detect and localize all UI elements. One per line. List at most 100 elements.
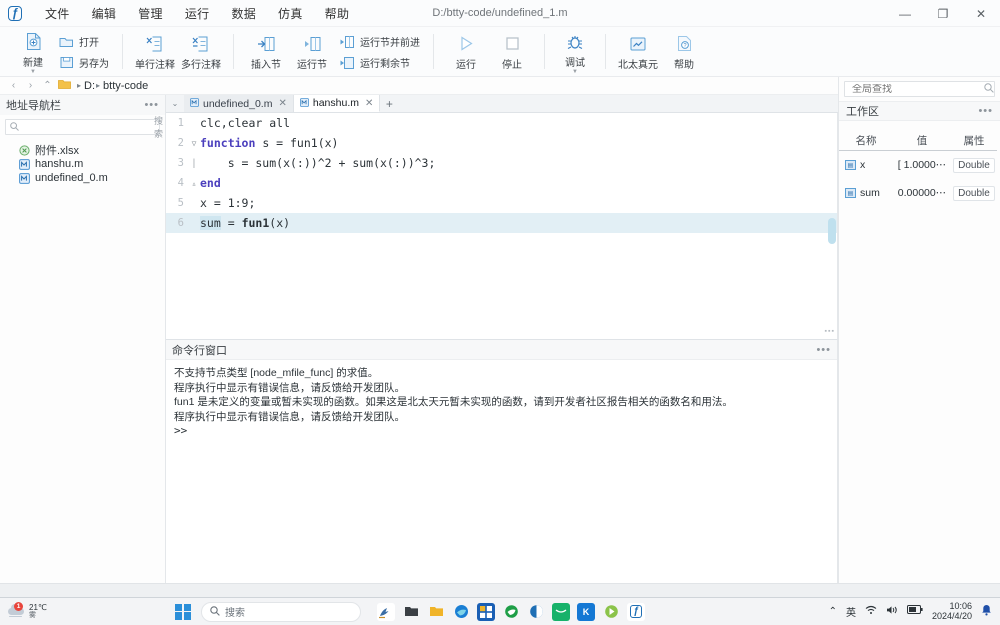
ribbon-divider-3	[433, 34, 434, 69]
battery-icon[interactable]	[907, 605, 923, 617]
new-button[interactable]: 新建 ▼	[12, 28, 54, 76]
wifi-icon[interactable]	[865, 605, 877, 618]
matrix-var-icon: ▤	[845, 160, 856, 170]
ime-indicator[interactable]: 英	[846, 604, 856, 619]
ribbon-group-execution: 运行 停止	[437, 27, 541, 77]
insert-section-icon	[257, 33, 276, 54]
fold-marker[interactable]: ▵	[188, 179, 200, 188]
list-item[interactable]: hanshu.m	[0, 157, 165, 171]
column-header-value[interactable]: 值	[893, 133, 951, 151]
stop-button[interactable]: 停止	[489, 28, 535, 76]
comment-multi-button[interactable]: 多行注释	[178, 28, 224, 76]
debug-button[interactable]: 调试 ▼	[554, 28, 596, 76]
forward-button[interactable]: ›	[22, 80, 39, 91]
menu-simulate[interactable]: 仿真	[267, 1, 314, 26]
beitai-button[interactable]: 北太真元	[615, 28, 661, 76]
beitai-app-icon[interactable]: ƒ	[627, 603, 645, 621]
save-as-button[interactable]: 另存为	[54, 52, 113, 73]
run-section-button[interactable]: 运行节	[289, 28, 335, 76]
editor-scrollbar[interactable]	[828, 113, 836, 339]
output-line: 程序执行中显示有错误信息，请反馈给开发团队。	[174, 381, 829, 396]
menu-data[interactable]: 数据	[220, 1, 267, 26]
command-prompt[interactable]: >>	[174, 424, 829, 437]
menu-help[interactable]: 帮助	[314, 1, 361, 26]
variable-name-cell: ▤ sum	[839, 187, 893, 199]
k-app-icon[interactable]: K	[577, 603, 595, 621]
code-editor[interactable]: 1 clc,clear all 2 ▽ function s = fun1(x)…	[166, 113, 838, 339]
table-row[interactable]: ▤ sum 0.00000⋯ Double	[839, 179, 1000, 207]
comment-single-button[interactable]: 单行注释	[132, 28, 178, 76]
start-button[interactable]	[175, 604, 191, 620]
back-button[interactable]: ‹	[5, 80, 22, 91]
run-button[interactable]: 运行	[443, 28, 489, 76]
breadcrumb-drive[interactable]: D:	[84, 80, 95, 92]
file-explorer-icon[interactable]	[427, 603, 445, 621]
tab-undefined-0-m[interactable]: undefined_0.m ✕	[184, 95, 294, 112]
open-button[interactable]: 打开	[54, 31, 113, 52]
command-window-output[interactable]: 不支持节点类型 [node_mfile_func] 的求值。 程序执行中显示有错…	[166, 360, 837, 443]
code-line-1: 1 clc,clear all	[166, 113, 837, 133]
code-text: s = sum(x(:))^2 + sum(x(:))^3;	[200, 156, 435, 170]
breadcrumb-sep-2: ▸	[96, 81, 100, 90]
360-browser-icon[interactable]	[502, 603, 520, 621]
debug-button-label: 调试	[565, 54, 585, 69]
menu-manage[interactable]: 管理	[127, 1, 174, 26]
edge-browser-icon[interactable]	[452, 603, 470, 621]
tab-list-chevron-down-icon[interactable]: ⌄	[166, 95, 184, 112]
tab-hanshu-m[interactable]: hanshu.m ✕	[294, 95, 381, 112]
list-item[interactable]: undefined_0.m	[0, 171, 165, 185]
taskbar-search-placeholder: 搜索	[225, 604, 245, 619]
run-section-advance-button[interactable]: 运行节并前进	[335, 31, 424, 52]
global-search-input[interactable]	[849, 84, 984, 95]
taskview-icon[interactable]	[377, 603, 395, 621]
command-window-menu-button[interactable]: •••	[816, 346, 831, 354]
file-navigator-menu-button[interactable]: •••	[144, 101, 159, 109]
fold-marker[interactable]: │	[188, 159, 200, 168]
title-bar: ƒ 文件 编辑 管理 运行 数据 仿真 帮助 D:/btty-code/unde…	[0, 0, 1000, 27]
insert-section-button[interactable]: 插入节	[243, 28, 289, 76]
minimize-button[interactable]: —	[886, 0, 924, 27]
store-icon[interactable]	[477, 603, 495, 621]
clock-app-icon[interactable]	[527, 603, 545, 621]
column-header-name[interactable]: 名称	[839, 133, 893, 151]
tray-chevron-up-icon[interactable]: ⌃	[829, 606, 837, 617]
run-remaining-button[interactable]: 运行剩余节	[335, 52, 424, 73]
menu-file[interactable]: 文件	[34, 1, 81, 26]
volume-icon[interactable]	[886, 605, 898, 618]
clock-widget[interactable]: 10:06 2024/4/20	[932, 601, 972, 621]
table-row[interactable]: ▤ x [ 1.0000⋯ Double	[839, 151, 1000, 179]
run-section-advance-icon	[339, 35, 356, 49]
variable-attribute-cell: Double	[951, 158, 997, 173]
maximize-button[interactable]: ❐	[924, 0, 962, 27]
menu-run[interactable]: 运行	[174, 1, 221, 26]
search-icon[interactable]	[984, 83, 994, 95]
close-icon[interactable]: ✕	[278, 98, 286, 109]
menu-edit[interactable]: 编辑	[81, 1, 128, 26]
column-header-attribute[interactable]: 属性	[951, 133, 997, 151]
up-button[interactable]: ⌃	[39, 80, 56, 91]
chevron-down-icon-debug[interactable]: ▼	[572, 70, 578, 74]
breadcrumb-folder[interactable]: btty-code	[103, 80, 148, 92]
file-explorer-dark-icon[interactable]	[402, 603, 420, 621]
taskbar-search-box[interactable]: 搜索	[201, 602, 361, 622]
media-player-icon[interactable]	[602, 603, 620, 621]
close-icon[interactable]: ✕	[365, 98, 373, 109]
notification-bell-icon[interactable]	[981, 604, 992, 619]
file-search-input[interactable]	[19, 122, 154, 133]
breadcrumb[interactable]: ▸ D: ▸ btty-code	[76, 80, 148, 92]
chevron-down-icon[interactable]: ▼	[30, 70, 36, 74]
mail-app-icon[interactable]	[552, 603, 570, 621]
file-search-box[interactable]: 搜索	[5, 119, 160, 135]
global-search-box[interactable]	[844, 81, 995, 97]
workspace-menu-button[interactable]: •••	[978, 107, 993, 115]
help-button[interactable]: ? 帮助	[661, 28, 707, 76]
list-item[interactable]: 附件.xlsx	[0, 143, 165, 157]
workspace-panel: 工作区 ••• 名称 值 属性 ▤ x [ 1.0000⋯ Double	[838, 77, 1000, 597]
close-button[interactable]: ✕	[962, 0, 1000, 27]
fold-marker[interactable]: ▽	[188, 139, 200, 148]
editor-scrollbar-thumb[interactable]	[828, 218, 836, 244]
weather-widget[interactable]: 1 21℃ 雾	[0, 604, 175, 620]
stop-icon	[504, 33, 521, 54]
code-line-5: 5 x = 1:9;	[166, 193, 837, 213]
new-tab-button[interactable]: +	[380, 95, 398, 112]
